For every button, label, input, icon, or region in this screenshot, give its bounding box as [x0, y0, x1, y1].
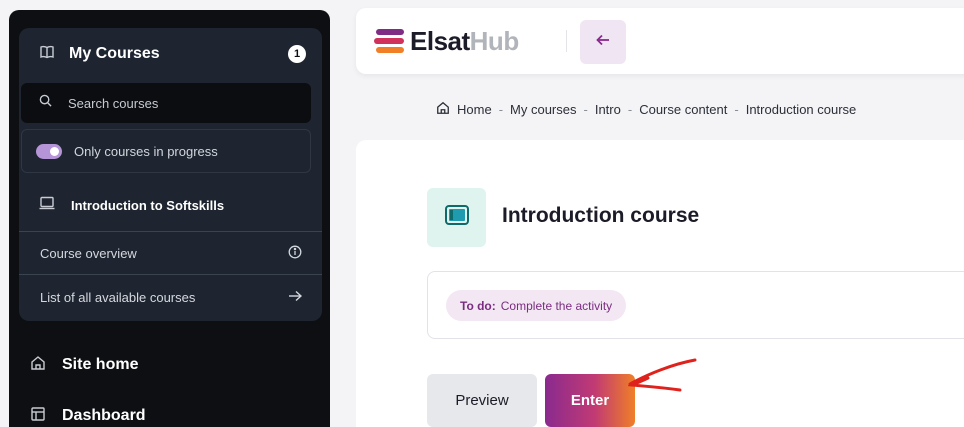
sidebar-course-label: Introduction to Softskills	[71, 198, 225, 213]
in-progress-filter-label: Only courses in progress	[74, 143, 218, 159]
laptop-icon	[39, 196, 55, 215]
course-overview-label: Course overview	[40, 246, 137, 261]
my-courses-panel: My Courses 1 Search courses Only courses…	[19, 28, 322, 321]
breadcrumb-current: Introduction course	[745, 101, 857, 117]
breadcrumb: Home - My courses - Intro - Course conte…	[436, 99, 856, 119]
sidebar-item-dashboard[interactable]: Dashboard	[9, 401, 146, 427]
header-divider	[566, 30, 567, 52]
all-courses-label: List of all available courses	[40, 289, 196, 305]
breadcrumb-home-icon	[436, 101, 450, 118]
breadcrumb-course-content[interactable]: Course content	[639, 102, 727, 117]
todo-status-badge: To do: Complete the activity	[446, 290, 627, 321]
annotation-arrow-icon	[628, 358, 697, 392]
arrow-right-icon	[288, 290, 303, 305]
course-count-badge: 1	[288, 45, 306, 63]
site-home-label: Site home	[62, 356, 139, 373]
todo-label: To do:	[460, 298, 496, 313]
enter-button[interactable]: Enter	[545, 374, 635, 427]
course-icon-box	[427, 188, 486, 247]
dashboard-icon	[30, 406, 46, 427]
logo-text-primary: Elsat	[410, 25, 470, 56]
info-icon	[288, 245, 302, 262]
course-search-input[interactable]: Search courses	[21, 83, 311, 123]
sidebar-course-item[interactable]: Introduction to Softskills	[19, 180, 322, 232]
sidebar-item-site-home[interactable]: Site home	[9, 350, 138, 380]
home-icon	[30, 355, 46, 376]
breadcrumb-my-courses[interactable]: My courses	[510, 102, 576, 117]
my-courses-header[interactable]: My Courses 1	[19, 28, 322, 80]
search-placeholder: Search courses	[68, 95, 159, 111]
logo-text-secondary: Hub	[469, 25, 520, 56]
top-header: ElsatHub	[356, 8, 964, 74]
logo-mark-icon	[374, 29, 404, 53]
sidebar: My Courses 1 Search courses Only courses…	[9, 10, 330, 427]
search-icon	[39, 94, 52, 112]
breadcrumb-separator: -	[627, 101, 633, 117]
elsathub-logo[interactable]: ElsatHub	[374, 26, 519, 56]
preview-button[interactable]: Preview	[427, 374, 537, 427]
arrow-left-icon	[596, 33, 610, 51]
breadcrumb-separator: -	[734, 101, 739, 117]
breadcrumb-intro[interactable]: Intro	[595, 102, 621, 117]
all-courses-link[interactable]: List of all available courses	[19, 276, 322, 318]
breadcrumb-home[interactable]: Home	[457, 102, 492, 117]
completion-box: To do: Complete the activity	[427, 271, 964, 339]
page-title: Introduction course	[502, 204, 700, 227]
back-button[interactable]	[580, 20, 626, 64]
breadcrumb-separator: -	[498, 101, 504, 117]
course-overview-link[interactable]: Course overview	[19, 233, 322, 275]
breadcrumb-separator: -	[583, 101, 588, 117]
dashboard-label: Dashboard	[62, 407, 146, 424]
course-screen-icon	[444, 205, 469, 230]
book-icon	[39, 44, 55, 65]
in-progress-filter[interactable]: Only courses in progress	[21, 129, 311, 173]
todo-text: Complete the activity	[500, 298, 613, 313]
in-progress-toggle[interactable]	[36, 143, 62, 159]
my-courses-title: My Courses	[69, 45, 160, 62]
